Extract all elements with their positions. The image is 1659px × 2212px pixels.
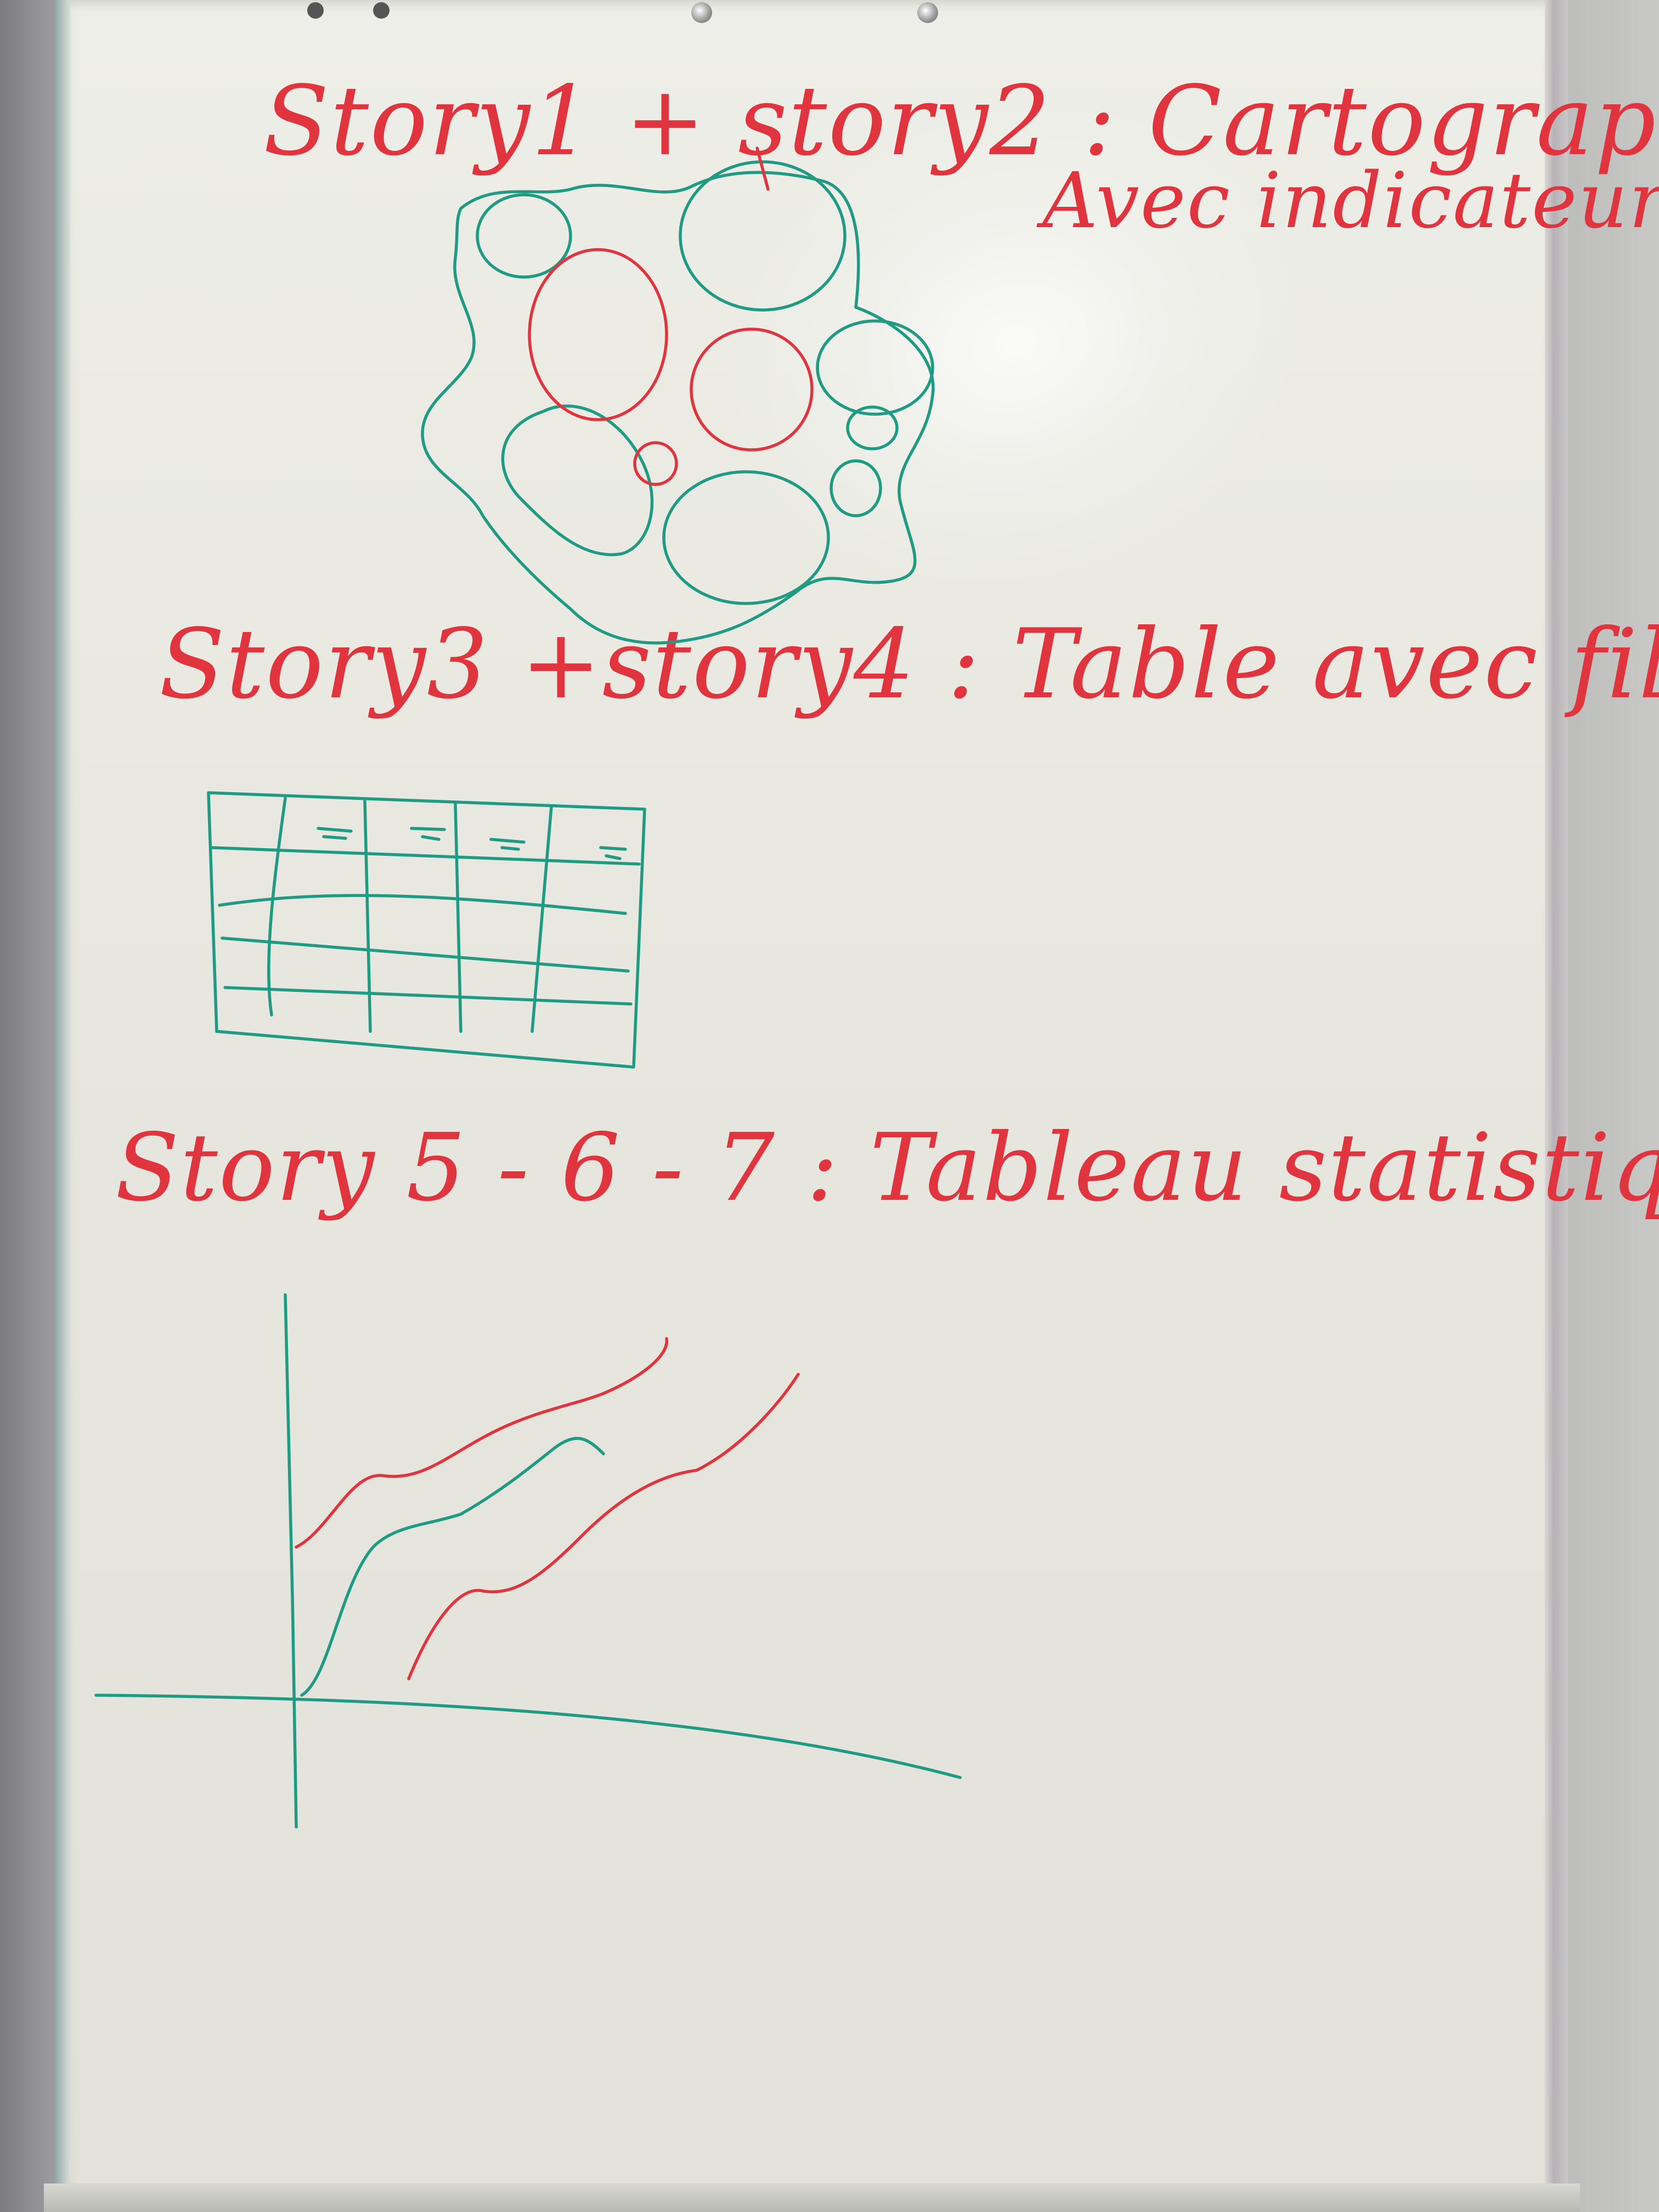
line-chart-sketch bbox=[94, 1293, 962, 1829]
chart-series-line bbox=[300, 1437, 605, 1697]
chart-x-axis bbox=[94, 1694, 962, 1779]
filter-icon bbox=[410, 827, 446, 841]
table-column-line bbox=[531, 805, 553, 1033]
table-row-line bbox=[218, 894, 627, 915]
table-row-line bbox=[221, 936, 630, 973]
map-region bbox=[679, 160, 847, 312]
chart-series-line bbox=[407, 1373, 800, 1680]
map-region bbox=[816, 319, 934, 416]
chart-series-line bbox=[295, 1337, 668, 1549]
filter-icon bbox=[489, 838, 526, 851]
map-region bbox=[501, 404, 654, 556]
table-header-line bbox=[210, 846, 641, 866]
table-column-line bbox=[267, 797, 287, 1017]
map-indicator bbox=[633, 441, 678, 486]
table-column-line bbox=[363, 799, 372, 1033]
chart-y-axis bbox=[284, 1293, 298, 1829]
marker-drawings bbox=[94, 146, 962, 1829]
filter-icon bbox=[317, 827, 353, 840]
filter-icon bbox=[599, 846, 627, 860]
table-row-line bbox=[223, 986, 633, 1006]
photo-scene: Story1 + story2 : Cartographie Avec indi… bbox=[0, 0, 1659, 2212]
map-region bbox=[830, 459, 882, 517]
map-indicator bbox=[690, 328, 814, 452]
map-region bbox=[662, 470, 830, 605]
filtered-table-sketch bbox=[207, 791, 646, 1069]
cartography-bubble-map-sketch bbox=[421, 146, 935, 645]
heading-stroke bbox=[755, 146, 770, 191]
map-region bbox=[476, 193, 572, 279]
table-border bbox=[207, 791, 646, 1069]
map-indicator bbox=[528, 248, 668, 421]
